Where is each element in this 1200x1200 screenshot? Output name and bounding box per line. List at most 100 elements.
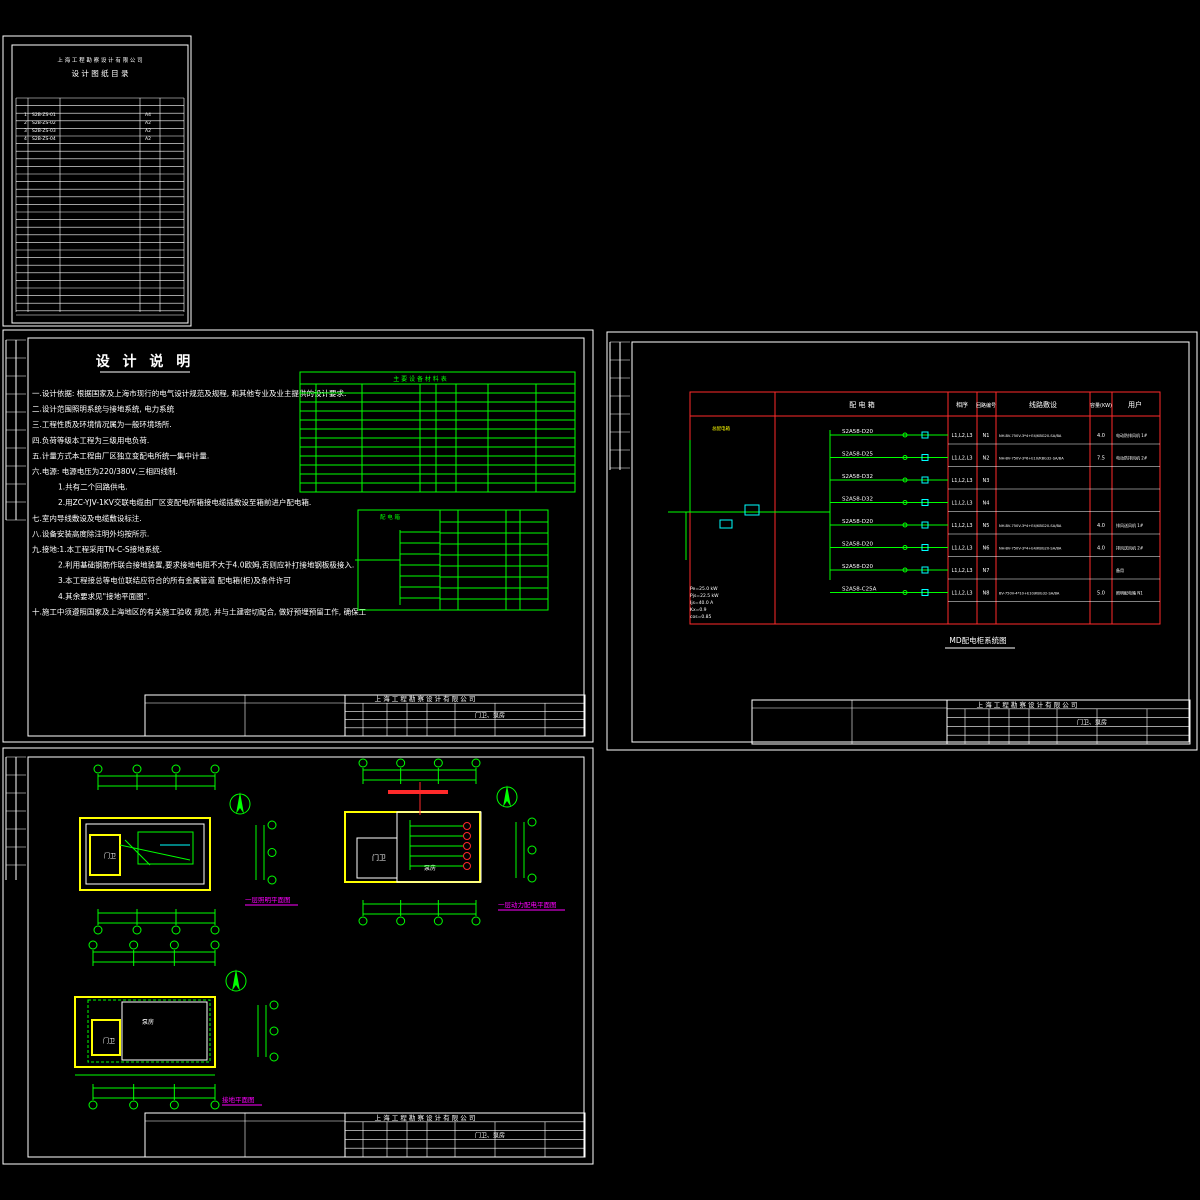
capacity-label: 7.5 [1097,456,1105,462]
axis-bubble [210,764,220,774]
title-block-project: 门卫、泵房 [475,712,505,720]
axis-bubble [358,758,368,768]
catalog-rows: 1 S2B-ZS-01 2 S2B-ZS-02 3 S2B-ZS-03 4 S2… [24,112,151,142]
note-line: 七.室内导线敷设及电缆敷设标注. [32,513,142,523]
title-block-project: 门卫、泵房 [475,1131,505,1139]
user-label: 电动防排风机 1# [1116,432,1148,438]
title-block-frame [751,699,1191,745]
note-line: 八.设备安装高度除注明外均按所示. [32,528,149,538]
power-outlet-symbol [463,822,471,830]
breaker-label: S2A58-D20 [842,519,873,525]
note-line: 九.接地:1.本工程采用TN-C-S接地系统. [32,544,162,554]
axis-bubble [527,873,537,883]
axis-bubble [471,916,481,926]
breaker-label: S2A58-C25A [842,587,877,593]
axis-bubble [210,925,220,935]
title-block-company: 上 海 工 程 勘 察 设 计 有 限 公 司 [375,1113,476,1122]
axis-bubble [396,758,406,768]
note-line: 二.设计范围照明系统与接地系统, 电力系统 [32,404,175,414]
catalog-row: S2B-ZS-04 [32,136,56,142]
plan-caption: 一层照明平面图 [245,896,291,904]
breaker-label: S2A58-D20 [842,564,873,570]
circuit-number: N2 [983,456,990,462]
phase-label: L1,L2,L3 [951,523,972,529]
plans-sheet: 门卫 一层照明平面图 门卫 泵房 一层动力配电平面图 门卫 泵房 接地平面图 上… [2,747,594,1165]
svg-text:Pjs=22.5 kW: Pjs=22.5 kW [690,593,719,599]
circuit-number: N5 [983,523,990,529]
power-outlet-symbol [463,852,471,860]
col-header: 用户 [1128,400,1142,409]
axis-bubble [269,1052,279,1062]
phase-label: L1,L2,L3 [951,546,972,552]
axis-bubble [129,940,139,950]
lighting-plan: 门卫 一层照明平面图 [79,764,298,935]
svg-text:1: 1 [24,112,27,118]
circuit-row: S2A58-C25A L1,L2,L3 N8 BV-750V-4*10+E10/KBG… [830,587,1160,602]
axis-bubble [527,845,537,855]
title-block-project: 门卫、泵房 [1077,718,1107,726]
breaker-label: S2A58-D32 [842,474,873,480]
axis-bubble [269,1026,279,1036]
phase-label: L1,L2,L3 [951,478,972,484]
phase-label: L1,L2,L3 [951,568,972,574]
breaker-label: S2A58-D20 [842,429,873,435]
capacity-label: 4.0 [1097,523,1105,529]
note-line: 2.用ZC-YJV-1KV交联电缆由厂区变配电所箱接电缆插敷设至箱前进户配电箱. [58,497,311,507]
title-block-company: 上 海 工 程 勘 察 设 计 有 限 公 司 [977,700,1078,709]
circuit-number: N1 [983,433,990,439]
notes-title: 设 计 说 明 [96,353,195,370]
circuit-row: S2A58-D20 L1,L2,L3 N1 NH-BV-750V-3*4+E4/KBG… [830,429,1160,445]
axis-bubble [169,1100,179,1110]
svg-text:cos=0.85: cos=0.85 [690,614,711,620]
distribution-table: 配 电 箱 [355,509,549,611]
svg-text:总配电箱: 总配电箱 [712,425,730,432]
col-header: 回路编号 [976,402,996,409]
axis-bubble [93,925,103,935]
wiring-label: NH-BV-750V-3*6+E10/KBG32-SA/BA [999,457,1064,461]
grounding-plan: 门卫 泵房 接地平面图 [74,940,279,1110]
axis-bubble [171,764,181,774]
title-block-company: 上 海 工 程 勘 察 设 计 有 限 公 司 [375,694,476,703]
svg-text:Ijs=40.0 A: Ijs=40.0 A [690,600,714,606]
col-header: 容量(KW) [1090,402,1112,409]
catalog-row: S2B-ZS-03 [32,128,56,134]
phase-label: L1,L2,L3 [951,591,972,597]
circuit-row: S2A58-D20 L1,L2,L3 N7 备用 [830,564,1160,580]
svg-text:Kx=0.9: Kx=0.9 [690,607,707,613]
user-label: 电动防排风机 2# [1116,455,1148,461]
title-block-frame [144,1112,586,1158]
axis-bubble [88,1100,98,1110]
catalog-row: S2B-ZS-01 [32,112,56,118]
north-arrow [225,969,247,992]
circuit-row: S2A58-D20 L1,L2,L3 N5 NH-BV-750V-3*4+E4/KBG… [830,519,1160,535]
circuit-row: S2A58-D25 L1,L2,L3 N2 NH-BV-750V-3*6+E10/KB… [830,452,1160,467]
phase-label: L1,L2,L3 [951,433,972,439]
title-block: 上 海 工 程 勘 察 设 计 有 限 公 司门卫、泵房 [144,1112,586,1158]
wiring-label: NH-BV-750V-3*4+E4/KBG20-SA/BA [999,547,1062,551]
power-outlet-symbol [463,862,471,870]
svg-text:Pe=25.0 kW: Pe=25.0 kW [690,586,718,592]
power-outlet-symbol [463,842,471,850]
plan-caption: 一层动力配电平面图 [498,900,557,909]
notes-sheet: 设 计 说 明 一.设计依据: 根据国家及上海市现行的电气设计规范及规程, 和其… [2,329,594,743]
room-label: 门卫 [104,852,116,860]
phase-label: L1,L2,L3 [951,456,972,462]
svg-text:2: 2 [24,120,27,126]
axis-bubble [210,1100,220,1110]
catalog-size: A2 [145,120,151,126]
power-outlet-symbol [463,832,471,840]
cad-drawing-canvas: 上 海 工 程 勘 察 设 计 有 限 公 司 设 计 图 纸 目 录 1 S2… [2,35,1198,1165]
circuit-number: N3 [983,478,990,484]
note-line: 4.其余要求见"接地平面图". [58,591,149,601]
note-line: 六.电源: 电源电压为220/380V,三相四线制. [32,466,178,476]
wiring-label: NH-BV-750V-3*4+E4/KBG20-SA/BA [999,524,1062,528]
power-plan: 门卫 泵房 一层动力配电平面图 [344,758,565,926]
room-label: 门卫 [103,1037,115,1045]
axis-bubble [171,925,181,935]
axis-bubble [169,940,179,950]
axis-bubble [93,764,103,774]
catalog-row: S2B-ZS-02 [32,120,56,126]
axis-bubble [269,1000,279,1010]
circuit-row: S2A58-D32 L1,L2,L3 N3 [830,474,1160,490]
circuit-number: N4 [983,501,990,507]
